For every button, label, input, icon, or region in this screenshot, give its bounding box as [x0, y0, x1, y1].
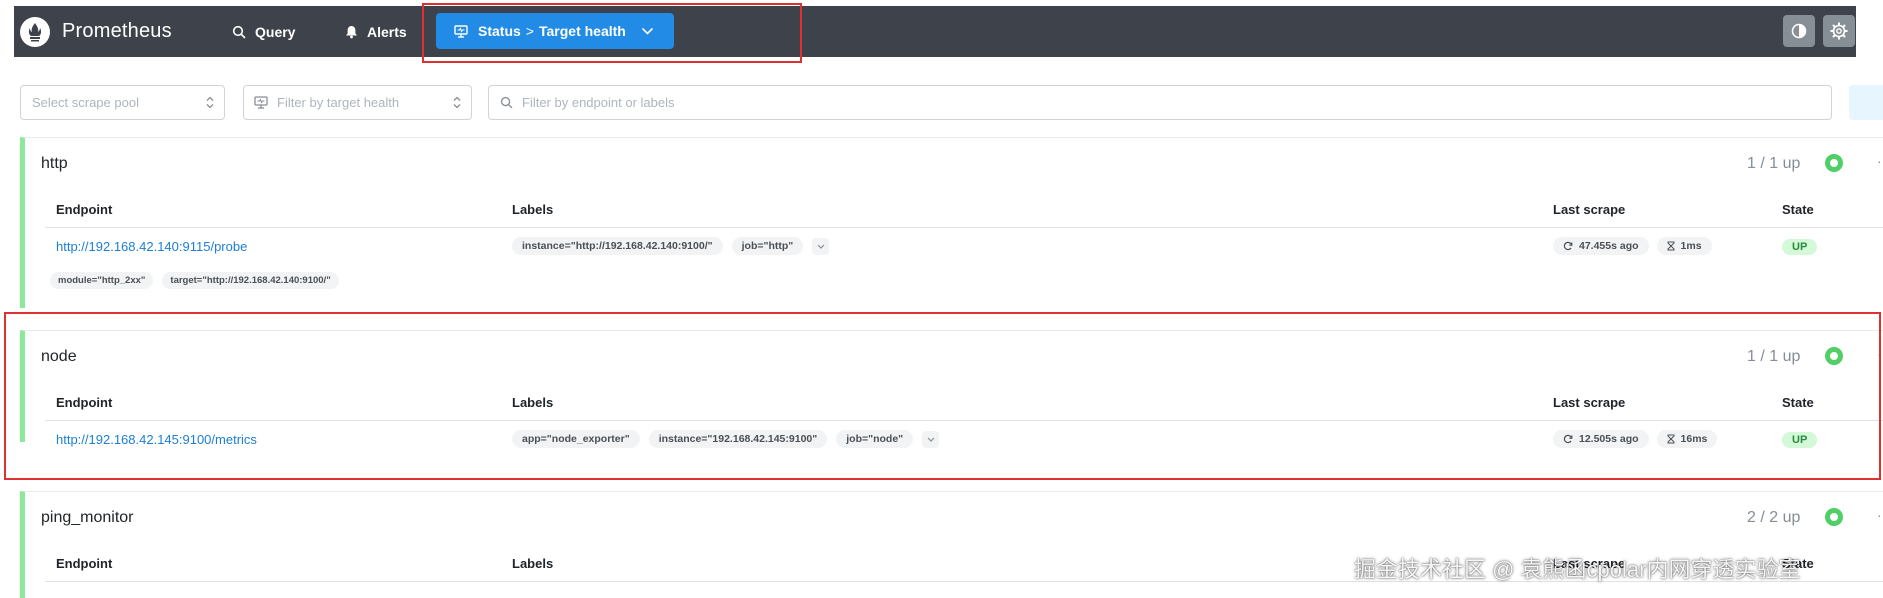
pool-up-count: 2 / 2 up: [1747, 509, 1801, 526]
refresh-icon: [1563, 241, 1573, 251]
column-header-labels: Labels: [512, 202, 554, 217]
more-icon[interactable]: ·: [1877, 507, 1882, 523]
label-badge: job="http": [731, 237, 804, 255]
column-header-state: State: [1782, 202, 1814, 217]
highlight-box-node-pool: [4, 312, 1881, 480]
endpoint-search-placeholder: Filter by endpoint or labels: [522, 95, 675, 110]
scrape-pool-select[interactable]: Select scrape pool: [20, 85, 225, 120]
label-badge: instance="http://192.168.42.140:9100/": [512, 237, 723, 255]
column-header-last-scrape: Last scrape: [1553, 202, 1626, 217]
scrape-duration-badge: 1ms: [1656, 237, 1712, 255]
column-header-endpoint: Endpoint: [56, 202, 113, 217]
nav-alerts[interactable]: Alerts: [345, 6, 407, 57]
scrape-duration-text: 1ms: [1680, 240, 1702, 252]
app-logo[interactable]: Prometheus: [20, 16, 172, 47]
discovered-label-badge: module="http_2xx": [50, 272, 154, 289]
health-ring-icon: [1825, 508, 1843, 526]
contrast-icon: [1791, 23, 1807, 39]
search-icon: [232, 25, 246, 38]
chevron-updown-icon: [206, 96, 214, 109]
chevron-updown-icon: [453, 96, 461, 109]
target-endpoint-link[interactable]: http://192.168.42.140:9115/probe: [56, 239, 247, 254]
theme-toggle-button[interactable]: [1783, 15, 1815, 47]
last-scrape-text: 47.455s ago: [1579, 240, 1639, 252]
more-icon[interactable]: ·: [1877, 153, 1882, 169]
target-labels: instance="http://192.168.42.140:9100/" j…: [512, 237, 830, 255]
nav-query-label: Query: [255, 23, 296, 40]
pool-name[interactable]: http: [41, 155, 68, 173]
highlight-box-nav: [422, 3, 802, 63]
top-navbar: Prometheus Query Alerts Status > Target …: [14, 6, 1856, 57]
health-ring-icon: [1825, 154, 1843, 172]
monitor-icon: [254, 96, 268, 109]
nav-alerts-label: Alerts: [367, 23, 407, 40]
chevron-down-icon: [817, 244, 825, 249]
column-header-labels: Labels: [512, 556, 554, 571]
expand-labels-button[interactable]: [812, 237, 830, 255]
gear-icon: [1830, 22, 1848, 40]
bell-icon: [346, 25, 357, 38]
discovered-label-badge: target="http://192.168.42.140:9100/": [162, 272, 339, 289]
app-title: Prometheus: [62, 20, 172, 42]
state-badge: UP: [1782, 239, 1818, 255]
search-icon: [500, 96, 513, 109]
prometheus-logo-icon: [20, 16, 50, 47]
last-scrape-info: 47.455s ago 1ms: [1553, 237, 1712, 255]
table-divider: [45, 227, 1883, 228]
endpoint-search-input[interactable]: Filter by endpoint or labels: [488, 85, 1832, 120]
scrape-pool-http: http 1 / 1 up · Endpoint Labels Last scr…: [20, 137, 1883, 308]
settings-button[interactable]: [1823, 15, 1855, 47]
page: Prometheus Query Alerts Status > Target …: [0, 0, 1883, 598]
watermark-text: 掘金技术社区 @ 袁熊函cpolar内网穿透实验室: [1354, 557, 1801, 582]
last-scrape-badge: 47.455s ago: [1553, 237, 1649, 255]
pool-name[interactable]: ping_monitor: [41, 509, 134, 527]
toolbar-button-partial[interactable]: [1849, 85, 1883, 120]
nav-query[interactable]: Query: [232, 6, 295, 57]
discovered-labels: module="http_2xx" target="http://192.168…: [50, 272, 339, 289]
pool-up-count: 1 / 1 up: [1747, 155, 1801, 172]
column-header-endpoint: Endpoint: [56, 556, 113, 571]
target-health-select[interactable]: Filter by target health: [243, 85, 472, 120]
target-health-placeholder: Filter by target health: [277, 95, 400, 110]
hourglass-icon: [1667, 241, 1675, 251]
scrape-pool-placeholder: Select scrape pool: [32, 95, 139, 110]
